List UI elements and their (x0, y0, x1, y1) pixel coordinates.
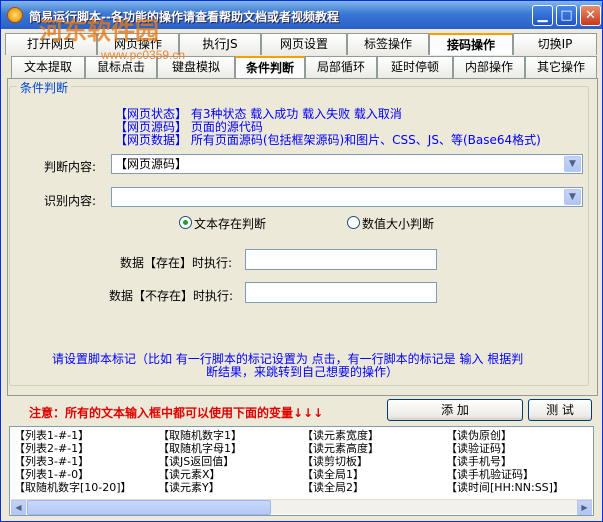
var-item[interactable]: 【读剪切板】 (302, 455, 379, 468)
variables-notice: 注意：所有的文本输入框中都可以使用下面的变量↓↓↓ (29, 406, 324, 420)
tab-text-extract[interactable]: 文本提取 (11, 56, 85, 78)
chevron-down-icon[interactable]: ▼ (564, 156, 581, 172)
main-window: 简易运行脚本--各功能的操作请查看帮助文档或者视频教程 ▁ □ ✕ 打开网页 网… (0, 0, 603, 522)
chevron-down-icon[interactable]: ▼ (564, 189, 581, 205)
var-item[interactable]: 【取随机数字1】 (158, 429, 242, 442)
variables-col4: 【读伪原创】 【读验证码】 【读手机号】 【读手机验证码】 【读时间[HH:NN… (446, 429, 564, 494)
identify-select[interactable]: ▼ (111, 187, 583, 207)
var-item[interactable]: 【读元素Y】 (158, 481, 242, 494)
var-item[interactable]: 【读全局2】 (302, 481, 379, 494)
variables-list[interactable]: 【列表1-#-1】 【列表2-#-1】 【列表3-#-1】 【列表1-#-0】 … (9, 426, 594, 516)
maximize-button[interactable]: □ (556, 5, 577, 26)
title-bar[interactable]: 简易运行脚本--各功能的操作请查看帮助文档或者视频教程 ▁ □ ✕ (1, 1, 602, 29)
info-page-data: 【网页数据】 所有页面源码(包括框架源码)和图片、CSS、JS、等(Base64… (115, 133, 541, 147)
var-item[interactable]: 【读手机号】 (446, 455, 564, 468)
var-item[interactable]: 【列表1-#-1】 (14, 429, 132, 442)
var-item[interactable]: 【读元素宽度】 (302, 429, 379, 442)
tab-open-page[interactable]: 打开网页 (5, 33, 97, 55)
arrow-right-icon[interactable]: ▶ (577, 500, 592, 515)
hint-line2: 断结果，来跳转到自己想要的操作） (206, 365, 399, 379)
var-item[interactable]: 【列表3-#-1】 (14, 455, 132, 468)
tab-condition[interactable]: 条件判断 (235, 56, 305, 78)
window-title: 简易运行脚本--各功能的操作请查看帮助文档或者视频教程 (29, 10, 339, 24)
variables-col3: 【读元素宽度】 【读元素高度】 【读剪切板】 【读全局1】 【读全局2】 (302, 429, 379, 494)
tab-page-settings[interactable]: 网页设置 (261, 33, 347, 55)
tab-keyboard-sim[interactable]: 键盘模拟 (157, 56, 235, 78)
var-item[interactable]: 【读手机验证码】 (446, 468, 564, 481)
tab-sms-code[interactable]: 接码操作 (429, 33, 513, 55)
tab-page-ops[interactable]: 网页操作 (97, 33, 179, 55)
scrollbar-thumb[interactable] (27, 500, 271, 515)
test-button[interactable]: 测 试 (528, 399, 592, 421)
tab-switch-ip[interactable]: 切换IP (513, 33, 597, 55)
var-item[interactable]: 【读伪原创】 (446, 429, 564, 442)
tab-exec-js[interactable]: 执行JS (179, 33, 261, 55)
tab-internal-ops[interactable]: 内部操作 (453, 56, 525, 78)
variables-col2: 【取随机数字1】 【取随机字母1】 【读JS返回值】 【读元素X】 【读元素Y】 (158, 429, 242, 494)
var-item[interactable]: 【读验证码】 (446, 442, 564, 455)
var-item[interactable]: 【读元素高度】 (302, 442, 379, 455)
horizontal-scrollbar[interactable]: ◀ ▶ (11, 499, 592, 515)
radio-text-exists[interactable] (179, 216, 192, 229)
var-item[interactable]: 【列表2-#-1】 (14, 442, 132, 455)
var-item[interactable]: 【取随机数字[10-20]】 (14, 481, 132, 494)
close-button[interactable]: ✕ (580, 5, 601, 26)
var-item[interactable]: 【取随机字母1】 (158, 442, 242, 455)
exist-input[interactable] (245, 249, 437, 270)
tab-tab-ops[interactable]: 标签操作 (347, 33, 429, 55)
var-item[interactable]: 【读全局1】 (302, 468, 379, 481)
judge-select[interactable]: 【网页源码】 ▼ (111, 154, 583, 174)
judge-select-value: 【网页源码】 (115, 157, 188, 171)
tab-mouse-click[interactable]: 鼠标点击 (85, 56, 157, 78)
group-legend: 条件判断 (17, 79, 72, 96)
app-gear-icon (7, 7, 23, 23)
exist-label: 数据【存在】时执行: (120, 256, 233, 270)
tab-local-loop[interactable]: 局部循环 (305, 56, 377, 78)
add-button[interactable]: 添 加 (387, 399, 523, 421)
variables-col1: 【列表1-#-1】 【列表2-#-1】 【列表3-#-1】 【列表1-#-0】 … (14, 429, 132, 494)
judge-label: 判断内容: (44, 160, 97, 174)
radio-number-compare-label[interactable]: 数值大小判断 (362, 215, 434, 232)
notexist-input[interactable] (245, 282, 437, 303)
var-item[interactable]: 【列表1-#-0】 (14, 468, 132, 481)
var-item[interactable]: 【读元素X】 (158, 468, 242, 481)
radio-number-compare[interactable] (347, 216, 360, 229)
var-item[interactable]: 【读时间[HH:NN:SS]】 (446, 481, 564, 494)
var-item[interactable]: 【读JS返回值】 (158, 455, 242, 468)
identify-label: 识别内容: (44, 194, 97, 208)
minimize-button[interactable]: ▁ (532, 5, 553, 26)
tab-other-ops[interactable]: 其它操作 (525, 56, 597, 78)
notexist-label: 数据【不存在】时执行: (109, 289, 234, 303)
tab-delay[interactable]: 延时停顿 (377, 56, 453, 78)
radio-text-exists-label[interactable]: 文本存在判断 (194, 215, 266, 232)
arrow-left-icon[interactable]: ◀ (11, 500, 26, 515)
